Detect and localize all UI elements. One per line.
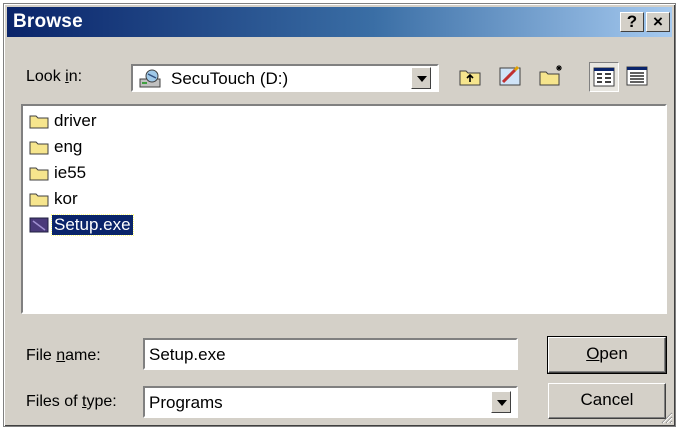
chevron-down-icon xyxy=(417,76,427,82)
list-item-setup-exe[interactable]: Setup.exe xyxy=(29,214,134,236)
list-view-button[interactable] xyxy=(589,62,619,92)
filename-value: Setup.exe xyxy=(149,345,226,364)
window-title: Browse xyxy=(13,11,83,32)
list-item-kor[interactable]: kor xyxy=(29,188,80,210)
file-list[interactable]: driver eng ie55 kor Setup.exe xyxy=(21,104,667,314)
lookin-dropdown-button[interactable] xyxy=(411,67,431,89)
lookin-label: Look in: xyxy=(26,68,83,85)
filename-input[interactable]: Setup.exe xyxy=(143,338,518,370)
lookin-combobox[interactable]: SecuTouch (D:) xyxy=(131,64,439,92)
resize-grip-icon[interactable] xyxy=(659,410,673,424)
up-one-level-button[interactable] xyxy=(456,62,486,92)
up-one-level-icon xyxy=(459,70,481,86)
folder-icon xyxy=(29,193,49,207)
folder-icon xyxy=(29,167,49,181)
cancel-button[interactable]: Cancel xyxy=(548,383,666,419)
filetype-dropdown-button[interactable] xyxy=(491,391,511,413)
list-item-driver[interactable]: driver xyxy=(29,110,99,132)
open-button[interactable]: Open xyxy=(547,336,667,374)
new-folder-icon xyxy=(539,65,562,86)
list-view-icon xyxy=(593,67,615,87)
details-view-icon xyxy=(626,66,648,86)
help-button[interactable]: ? xyxy=(620,12,644,32)
folder-icon xyxy=(29,141,49,155)
filename-label: File name: xyxy=(26,347,101,364)
chevron-down-icon xyxy=(497,400,507,406)
desktop-button[interactable] xyxy=(496,62,526,92)
browse-dialog: Browse ? × Look in: SecuTouch (D:) drive… xyxy=(3,3,676,427)
close-button[interactable]: × xyxy=(646,12,670,32)
desktop-icon xyxy=(499,65,521,86)
lookin-value: SecuTouch (D:) xyxy=(171,69,289,88)
filetype-combobox[interactable]: Programs xyxy=(143,386,518,418)
new-folder-button[interactable] xyxy=(537,62,567,92)
executable-icon xyxy=(29,217,49,233)
list-item-ie55[interactable]: ie55 xyxy=(29,162,88,184)
list-item-eng[interactable]: eng xyxy=(29,136,84,158)
drive-icon xyxy=(139,69,161,88)
details-view-button[interactable] xyxy=(623,62,653,92)
filetype-value: Programs xyxy=(149,393,223,412)
folder-icon xyxy=(29,115,49,129)
title-bar[interactable]: Browse ? × xyxy=(7,7,672,37)
filetype-label: Files of type: xyxy=(26,393,117,410)
